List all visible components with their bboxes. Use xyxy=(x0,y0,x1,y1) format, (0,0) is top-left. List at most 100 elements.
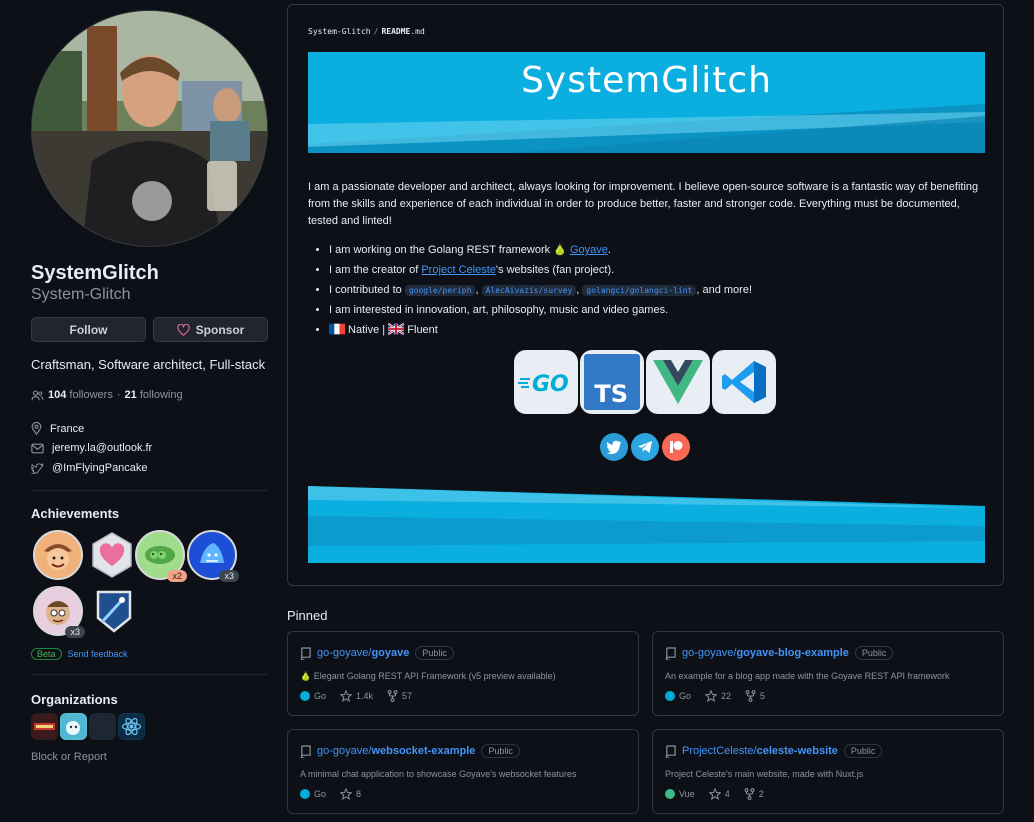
project-celeste-link[interactable]: Project Celeste xyxy=(421,264,496,276)
achievements-title: Achievements xyxy=(31,506,120,521)
readme-file-ext: .md xyxy=(410,27,425,36)
sponsor-button[interactable]: Sponsor xyxy=(153,317,268,342)
repo-link[interactable]: ProjectCeleste/celeste-website xyxy=(682,745,838,757)
follow-button[interactable]: Follow xyxy=(31,317,146,342)
repo-owner: ProjectCeleste/ xyxy=(682,745,757,757)
visibility-badge: Public xyxy=(843,744,883,758)
following-label: following xyxy=(139,389,183,401)
repo-meta: Vue 4 2 xyxy=(665,788,764,800)
golangci-lint-link[interactable]: golangci/golangci-lint xyxy=(582,285,697,296)
location-text: France xyxy=(50,422,85,435)
twitter-row: @ImFlyingPancake xyxy=(31,462,148,474)
fluent-label: Fluent xyxy=(404,324,438,336)
repo-header: go-goyave/goyave-blog-example Public xyxy=(665,646,894,660)
org-dark-icon[interactable] xyxy=(89,713,116,740)
repo-language: Vue xyxy=(665,789,695,799)
repo-forks[interactable]: 2 xyxy=(744,788,764,800)
repo-link[interactable]: go-goyave/goyave xyxy=(317,647,409,659)
pair-badge-icon[interactable]: x2 xyxy=(135,530,187,582)
readme-owner[interactable]: System-Glitch xyxy=(308,27,371,36)
org-celeste-icon[interactable] xyxy=(31,713,58,740)
pear-icon: 🍐 xyxy=(300,671,312,681)
visibility-badge: Public xyxy=(854,646,894,660)
follow-stats: 104 followers · 21 following xyxy=(31,389,183,401)
repo-description-text: Elegant Golang REST API Framework (v5 pr… xyxy=(313,671,556,681)
starstruck-badge-icon[interactable] xyxy=(89,586,139,636)
path-separator: / xyxy=(373,27,379,36)
patreon-social-icon[interactable] xyxy=(662,433,690,461)
follow-label: Follow xyxy=(69,322,108,337)
period: . xyxy=(607,244,611,256)
vscode-logo-icon[interactable] xyxy=(712,350,776,414)
ts-logo-text: TS xyxy=(594,380,628,408)
telegram-social-icon[interactable] xyxy=(631,433,659,461)
list-item: I am interested in innovation, art, phil… xyxy=(329,300,969,320)
email-link[interactable]: jeremy.la@outlook.fr xyxy=(52,442,152,454)
cowboy-badge-icon[interactable] xyxy=(33,530,83,580)
repo-link[interactable]: go-goyave/goyave-blog-example xyxy=(682,647,849,659)
fork-icon xyxy=(745,690,756,702)
typescript-logo-icon[interactable]: TS xyxy=(580,350,644,414)
star-icon xyxy=(708,788,721,800)
repo-owner: go-goyave/ xyxy=(682,647,737,659)
vue-logo-icon[interactable] xyxy=(646,350,710,414)
repo-description: Project Celeste's main website, made wit… xyxy=(665,769,864,779)
native-label: Native | xyxy=(345,324,389,336)
periph-link[interactable]: google/periph xyxy=(404,285,476,296)
repo-description: An example for a blog app made with the … xyxy=(665,671,950,681)
shark-badge-icon[interactable]: x3 xyxy=(187,530,239,582)
following-link[interactable]: 21 following xyxy=(125,389,183,401)
org-atom-icon[interactable] xyxy=(118,713,145,740)
repo-meta: Go 8 xyxy=(300,788,361,800)
star-icon xyxy=(340,788,353,800)
go-logo-icon[interactable]: GO xyxy=(514,350,578,414)
repo-language: Go xyxy=(300,789,326,799)
repo-stars[interactable]: 1.4k xyxy=(340,690,373,702)
repo-forks[interactable]: 57 xyxy=(387,690,412,702)
repo-meta: Go 1.4k 57 xyxy=(300,690,412,702)
repo-stars[interactable]: 8 xyxy=(340,788,361,800)
repo-forks[interactable]: 5 xyxy=(745,690,765,702)
stars-count: 8 xyxy=(356,789,362,799)
profile-display-name: SystemGlitch xyxy=(31,262,159,284)
location-icon xyxy=(31,422,42,435)
twitter-social-icon[interactable] xyxy=(600,433,628,461)
pull-shark-badge-icon[interactable]: x3 xyxy=(33,586,85,638)
language-label: Go xyxy=(679,691,692,701)
readme-path: System-Glitch / README.md xyxy=(308,27,425,36)
block-or-report-link[interactable]: Block or Report xyxy=(31,751,107,763)
bullet-text: 's websites (fan project). xyxy=(495,264,615,276)
pinned-repo-card: go-goyave/goyave-blog-example Public An … xyxy=(652,631,1004,716)
repo-stars[interactable]: 4 xyxy=(708,788,730,800)
repo-name: websocket-example xyxy=(371,745,476,757)
language-color-dot xyxy=(665,691,675,701)
twitter-link[interactable]: @ImFlyingPancake xyxy=(52,462,148,474)
repo-link[interactable]: go-goyave/websocket-example xyxy=(317,745,475,757)
survey-link[interactable]: AlecAivazis/survey xyxy=(481,285,577,296)
france-flag-icon xyxy=(329,323,345,335)
pinned-title: Pinned xyxy=(287,608,328,623)
sponsor-label: Sponsor xyxy=(195,322,245,337)
profile-bio: Craftsman, Software architect, Full-stac… xyxy=(31,357,266,372)
language-label: Vue xyxy=(679,789,695,799)
send-feedback-link[interactable]: Send feedback xyxy=(68,649,128,659)
org-goyave-icon[interactable] xyxy=(60,713,87,740)
fork-icon xyxy=(744,788,755,800)
bullet-text: I am interested in innovation, art, phil… xyxy=(329,304,669,316)
list-item: I am working on the Golang REST framewor… xyxy=(329,240,969,260)
repo-stars[interactable]: 22 xyxy=(705,690,731,702)
followers-count: 104 xyxy=(48,389,67,401)
list-item: I contributed to google/periph, AlecAiva… xyxy=(329,280,969,300)
avatar[interactable] xyxy=(31,10,268,247)
badge-count: x3 xyxy=(65,626,85,638)
language-color-dot xyxy=(665,789,675,799)
followers-link[interactable]: 104 followers xyxy=(48,389,113,401)
repo-name: celeste-website xyxy=(756,745,838,757)
goyave-link[interactable]: Goyave xyxy=(570,244,608,256)
beta-label: Beta xyxy=(31,648,62,660)
heart-icon xyxy=(176,323,190,336)
heart-badge-icon[interactable] xyxy=(87,530,137,580)
language-label: Go xyxy=(314,789,327,799)
repo-owner: go-goyave/ xyxy=(317,745,372,757)
readme-banner-top: SystemGlitch xyxy=(308,52,985,153)
